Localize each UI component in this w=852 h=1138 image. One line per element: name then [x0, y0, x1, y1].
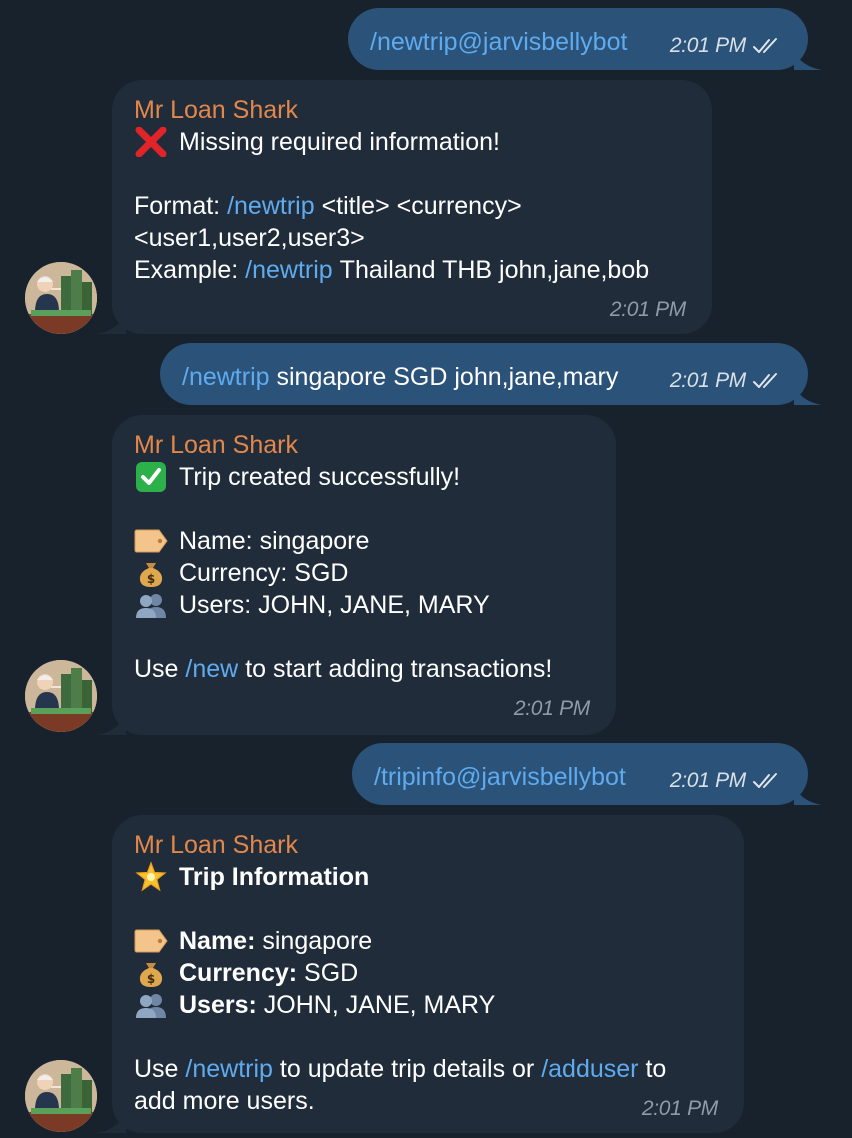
outgoing-message-3[interactable]: /tripinfo@jarvisbellybot 2:01 PM	[352, 743, 822, 805]
message-meta: 2:01 PM	[670, 30, 782, 62]
money-bag-icon	[134, 958, 168, 988]
double-check-icon	[752, 372, 782, 390]
people-silhouette-icon	[134, 990, 168, 1020]
double-check-icon	[752, 772, 782, 790]
bubble-tail	[98, 312, 126, 334]
message-meta: 2:01 PM	[670, 365, 782, 397]
message-time: 2:01 PM	[513, 697, 590, 720]
format-line-2: <user1,user2,user3>	[134, 224, 365, 252]
heading-line: Missing required information!	[134, 126, 649, 158]
command-link[interactable]: /newtrip@jarvisbellybot	[370, 26, 627, 58]
outgoing-message-2[interactable]: /newtrip singapore SGD john,jane,mary 2:…	[160, 343, 822, 405]
message-time: 2:01 PM	[641, 1097, 718, 1120]
heading-line: Trip Information	[134, 861, 666, 893]
heading-line: Trip created successfully!	[134, 461, 552, 493]
incoming-message-1[interactable]: Mr Loan Shark Missing required informati…	[98, 80, 712, 334]
newtrip-link[interactable]: /newtrip	[227, 190, 315, 222]
example-line: Example: /newtrip Thailand THB john,jane…	[134, 254, 650, 286]
name-line: Name: singapore	[134, 525, 552, 557]
newtrip-link[interactable]: /newtrip	[245, 254, 333, 286]
message-time: 2:01 PM	[609, 298, 686, 321]
incoming-message-3[interactable]: Mr Loan Shark Trip Information Name: sin…	[98, 815, 744, 1133]
use-line-2: add more users.	[134, 1087, 315, 1115]
new-link[interactable]: /new	[185, 653, 238, 685]
message-meta: 2:01 PM	[514, 691, 590, 725]
people-silhouette-icon	[134, 590, 168, 620]
bubble-tail	[794, 50, 822, 70]
bubble-tail	[794, 385, 822, 405]
users-line: Users: JOHN, JANE, MARY	[134, 989, 666, 1021]
newtrip-link[interactable]: /newtrip	[185, 1053, 273, 1085]
bubble-tail	[98, 713, 126, 735]
message-time: 2:01 PM	[669, 769, 746, 792]
avatar[interactable]	[25, 660, 97, 732]
currency-line: Currency: SGD	[134, 557, 552, 589]
message-body: Missing required information! Format: /n…	[134, 126, 649, 286]
label-tag-icon	[134, 926, 168, 956]
message-text: /newtrip singapore SGD john,jane,mary	[182, 363, 619, 391]
message-meta: 2:01 PM	[642, 1091, 718, 1125]
incoming-message-2[interactable]: Mr Loan Shark Trip created successfully!…	[98, 415, 616, 735]
currency-line: Currency: SGD	[134, 957, 666, 989]
message-meta: 2:01 PM	[610, 292, 686, 326]
message-time: 2:01 PM	[669, 34, 746, 57]
money-bag-icon	[134, 558, 168, 588]
sender-name[interactable]: Mr Loan Shark	[134, 829, 298, 861]
adduser-link[interactable]: /adduser	[541, 1053, 638, 1085]
check-mark-icon	[134, 462, 168, 492]
outgoing-message-1[interactable]: /newtrip@jarvisbellybot 2:01 PM	[348, 8, 822, 70]
bubble-tail	[794, 785, 822, 805]
bubble-tail	[98, 1111, 126, 1133]
avatar[interactable]	[25, 262, 97, 334]
sender-name[interactable]: Mr Loan Shark	[134, 429, 298, 461]
message-body: Trip created successfully! Name: singapo…	[134, 461, 552, 685]
message-meta: 2:01 PM	[670, 765, 782, 797]
heading-text: Missing required information!	[179, 128, 500, 156]
double-check-icon	[752, 37, 782, 55]
avatar[interactable]	[25, 1060, 97, 1132]
sender-name[interactable]: Mr Loan Shark	[134, 94, 298, 126]
use-line: Use /newtrip to update trip details or /…	[134, 1053, 667, 1085]
message-time: 2:01 PM	[669, 369, 746, 392]
heading-text: Trip created successfully!	[179, 463, 461, 491]
command-link[interactable]: /tripinfo@jarvisbellybot	[374, 761, 626, 793]
command-link[interactable]: /newtrip	[182, 363, 270, 391]
cross-mark-icon	[134, 127, 168, 157]
use-line: Use /new to start adding transactions!	[134, 653, 553, 685]
format-line: Format: /newtrip <title> <currency>	[134, 190, 522, 222]
users-line: Users: JOHN, JANE, MARY	[134, 589, 552, 621]
glowing-star-icon	[134, 861, 168, 892]
label-tag-icon	[134, 526, 168, 556]
name-line: Name: singapore	[134, 925, 666, 957]
message-body: Trip Information Name: singapore Currenc…	[134, 861, 666, 1117]
heading-text: Trip Information	[179, 863, 370, 891]
